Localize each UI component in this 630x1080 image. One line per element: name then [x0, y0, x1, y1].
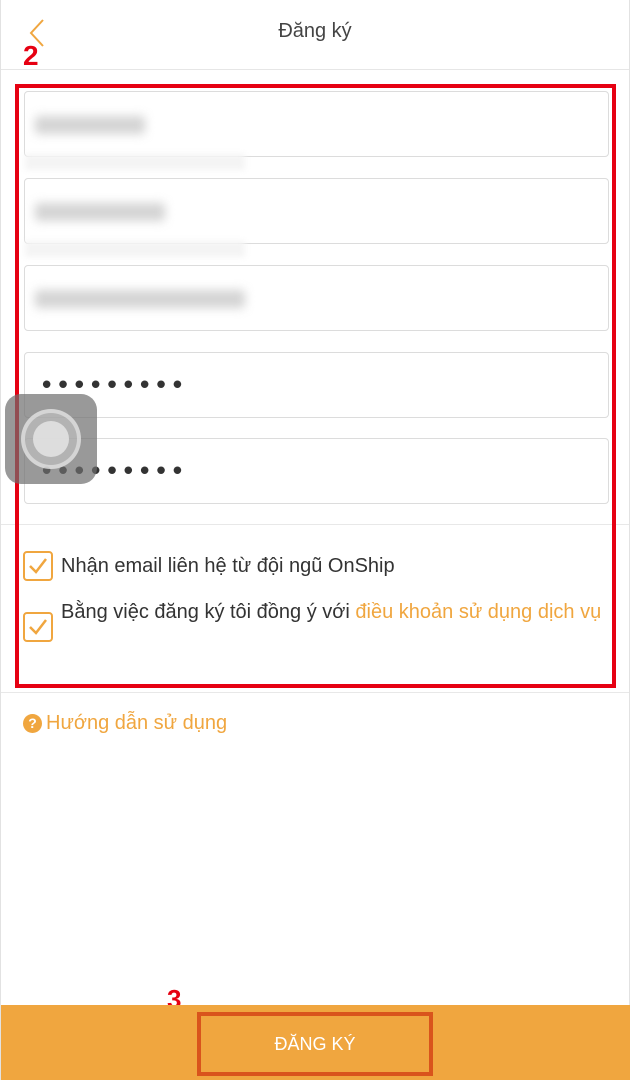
help-link[interactable]: ? Hướng dẫn sử dụng	[23, 712, 227, 735]
divider	[1, 692, 629, 693]
page-title: Đăng ký	[278, 20, 352, 42]
assistive-touch-core	[33, 421, 69, 457]
help-label: Hướng dẫn sử dụng	[46, 712, 228, 734]
annotation-step-2: 2	[23, 40, 39, 71]
annotation-frame-2	[15, 84, 616, 688]
app-header: Đăng ký	[1, 0, 629, 70]
question-circle-icon: ?	[23, 714, 42, 733]
register-button[interactable]: ĐĂNG KÝ	[197, 1012, 433, 1076]
assistive-touch-button[interactable]	[5, 394, 97, 484]
